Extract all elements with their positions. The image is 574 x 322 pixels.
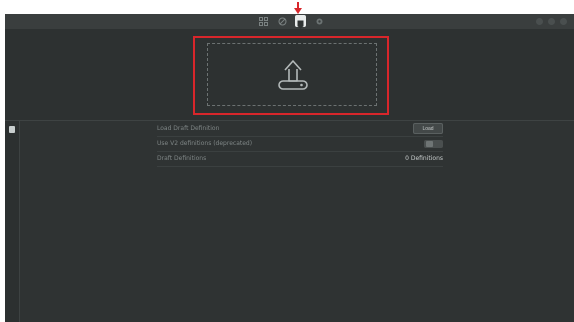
row-divider xyxy=(157,166,443,167)
row-divider xyxy=(157,151,443,152)
definitions-count: 0 Definitions xyxy=(405,155,443,162)
toggle-knob xyxy=(426,141,433,147)
maximize-button[interactable] xyxy=(548,18,555,25)
toolbar xyxy=(5,14,574,29)
close-button[interactable] xyxy=(560,18,567,25)
row-divider xyxy=(157,136,443,137)
upload-icon xyxy=(278,60,308,90)
app-window: Load Draft Definition Load Use V2 defini… xyxy=(5,14,574,322)
sidebar xyxy=(5,121,20,322)
load-draft-label: Load Draft Definition xyxy=(157,125,220,132)
use-v2-label: Use V2 definitions (deprecated) xyxy=(157,140,253,147)
load-button[interactable]: Load xyxy=(413,123,443,134)
pointer-arrow-icon xyxy=(294,2,302,14)
minimize-button[interactable] xyxy=(536,18,543,25)
draft-icon[interactable] xyxy=(295,15,306,29)
draft-icon[interactable] xyxy=(9,126,15,133)
use-v2-toggle[interactable] xyxy=(424,140,443,148)
section-divider xyxy=(5,120,574,121)
grid-icon[interactable] xyxy=(259,17,268,26)
draft-definitions-label: Draft Definitions xyxy=(157,155,207,162)
gear-icon[interactable] xyxy=(315,17,324,26)
brush-icon[interactable] xyxy=(278,17,287,26)
